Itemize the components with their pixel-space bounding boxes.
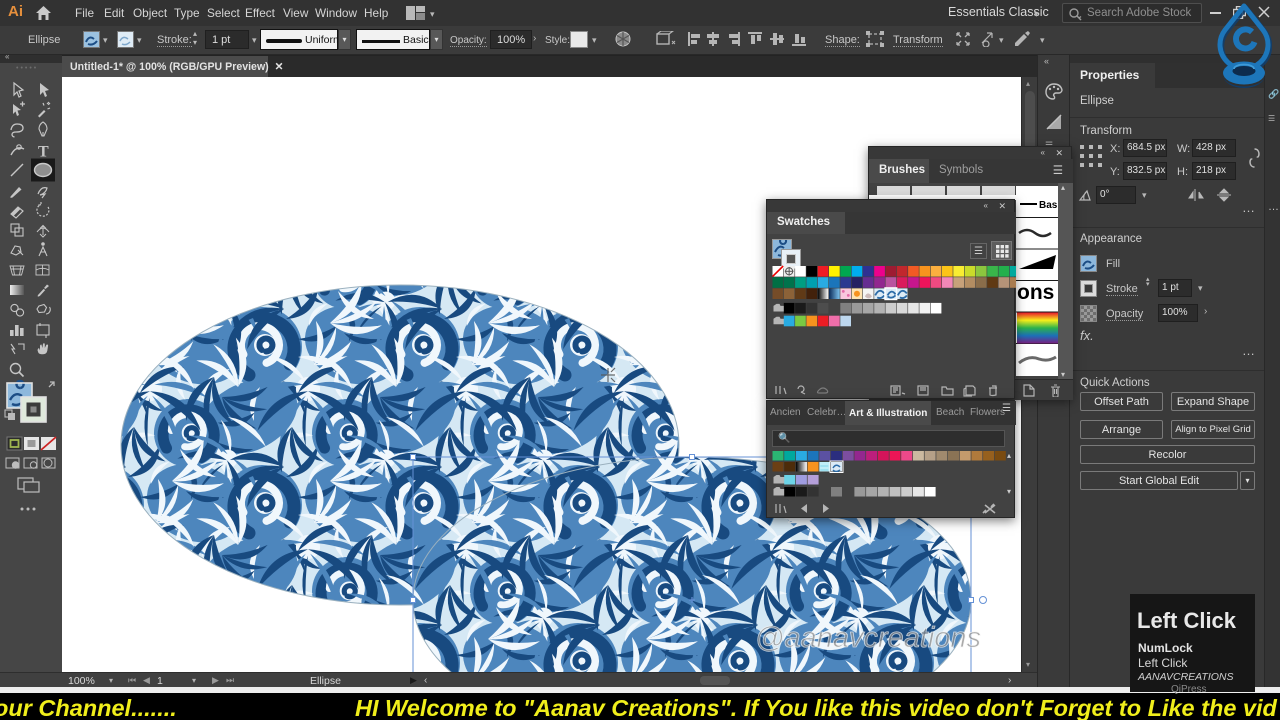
svg-text:@aanavcreations: @aanavcreations xyxy=(755,622,981,654)
svg-text:ons: ons xyxy=(1017,281,1054,304)
svg-text:T: T xyxy=(38,144,49,161)
